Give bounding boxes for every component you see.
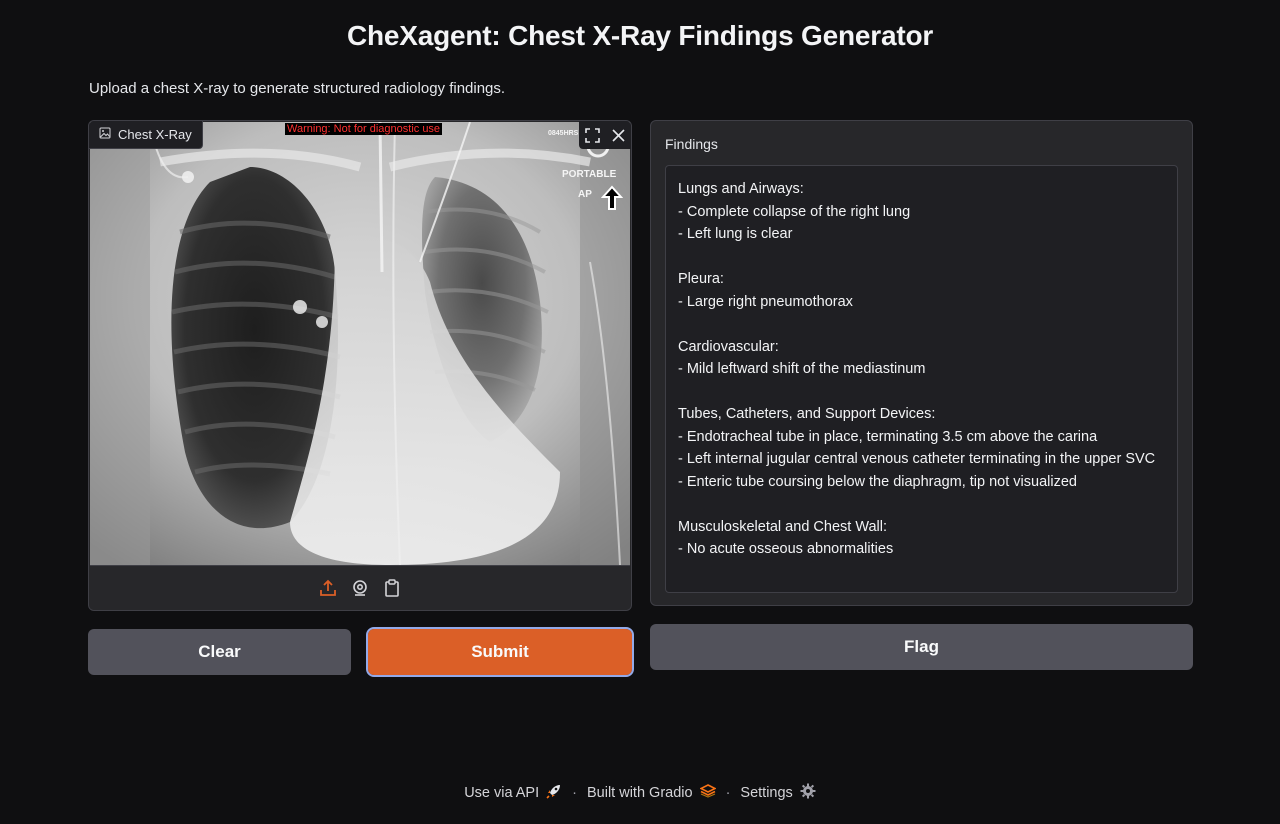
findings-label: Findings [665, 136, 718, 152]
upload-icon[interactable] [318, 578, 338, 598]
clipboard-icon[interactable] [382, 578, 402, 598]
image-input-label-text: Chest X-Ray [118, 127, 192, 142]
settings-label: Settings [740, 785, 793, 801]
gear-icon [800, 783, 816, 803]
image-icon [99, 127, 111, 142]
webcam-icon[interactable] [350, 578, 370, 598]
image-input-panel: Warning: Not for diagnostic use 0845HRS … [88, 120, 632, 611]
image-input-label: Chest X-Ray [89, 121, 203, 149]
xray-portable-overlay: PORTABLE [562, 169, 617, 180]
flag-button[interactable]: Flag [650, 624, 1193, 670]
built-with-gradio-label: Built with Gradio [586, 785, 693, 801]
footer-separator-2: · [725, 785, 731, 801]
rocket-icon [546, 783, 562, 803]
image-toolbar [579, 121, 631, 149]
gradio-logo-icon [698, 784, 717, 802]
fullscreen-icon[interactable] [579, 121, 605, 149]
clear-button[interactable]: Clear [88, 629, 351, 675]
use-via-api-link[interactable]: Use via API [464, 783, 562, 803]
findings-textbox[interactable]: Lungs and Airways: - Complete collapse o… [665, 165, 1178, 593]
xray-ap-overlay: AP [578, 189, 592, 200]
xray-time-overlay: 0845HRS [548, 130, 579, 137]
close-icon[interactable] [605, 121, 631, 149]
footer: Use via API · Built with Gradio · Settin… [0, 783, 1280, 803]
settings-link[interactable]: Settings [740, 783, 816, 803]
page-description: Upload a chest X-ray to generate structu… [89, 80, 506, 97]
xray-warning-overlay: Warning: Not for diagnostic use [285, 123, 443, 135]
page-title: CheXagent: Chest X-Ray Findings Generato… [346, 20, 934, 51]
use-via-api-label: Use via API [464, 785, 540, 801]
xray-image-area[interactable]: Warning: Not for diagnostic use 0845HRS … [90, 122, 630, 565]
submit-button[interactable]: Submit [366, 627, 634, 677]
footer-separator: · [572, 785, 577, 801]
arrow-up-icon [601, 185, 623, 210]
image-source-bar [90, 565, 630, 610]
xray-image [90, 122, 630, 565]
findings-panel: Findings Lungs and Airways: - Complete c… [650, 120, 1193, 606]
built-with-gradio-link[interactable]: Built with Gradio [586, 784, 717, 802]
